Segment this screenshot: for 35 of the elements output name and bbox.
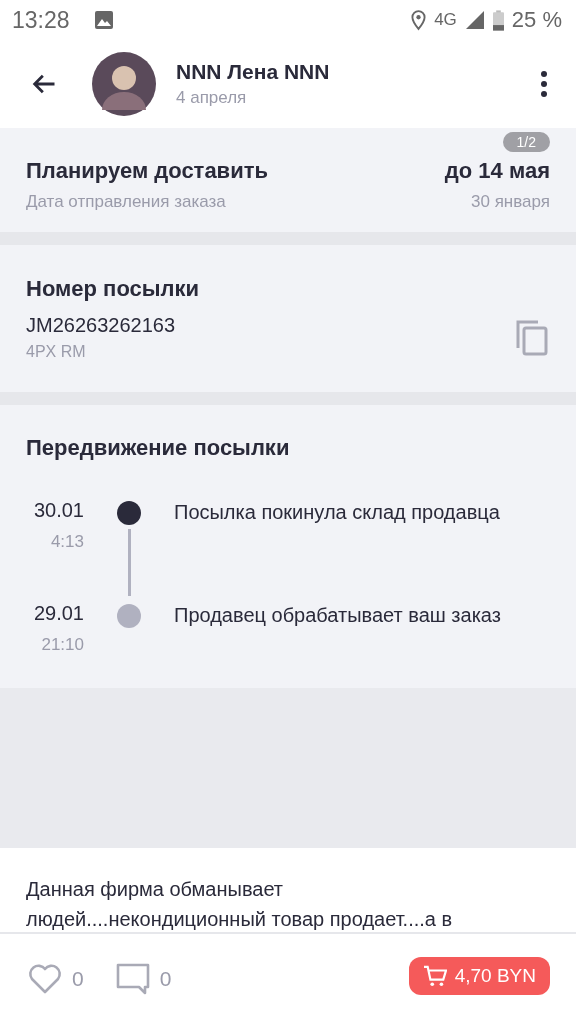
tracking-title: Передвижение посылки [26, 435, 291, 461]
avatar [92, 52, 156, 116]
battery-level: 25 % [511, 7, 562, 33]
event-date: 29.01 [33, 602, 84, 625]
user-name: NNN Лена NNN [176, 60, 331, 84]
comment-count: 0 [159, 967, 172, 991]
heart-icon[interactable] [28, 964, 62, 994]
signal-icon [464, 10, 485, 30]
location-icon [411, 9, 427, 31]
delivery-title: Планируем доставить [26, 158, 268, 184]
tracking-number: JM26263262163 [26, 314, 175, 337]
event-description: Посылка покинула склад продавца [174, 500, 500, 525]
image-icon [93, 10, 114, 30]
battery-icon [492, 9, 504, 31]
comment-text: Данная фирма обманывает людей....некондиционный товар продает....а в [26, 877, 454, 932]
cart-icon [422, 965, 447, 987]
shipping-service: 4PX RM [26, 343, 87, 361]
delivery-date: до 14 мая [444, 158, 550, 184]
network-type: 4G [434, 10, 457, 30]
like-count: 0 [72, 967, 84, 991]
sent-date: 30 января [471, 192, 550, 212]
delivery-subtitle: Дата отправления заказа [26, 192, 226, 212]
status-time: 13:28 [12, 6, 70, 34]
page-indicator: 1/2 [502, 132, 550, 152]
post-date: 4 апреля [176, 88, 248, 108]
copy-icon[interactable] [516, 319, 548, 356]
parcel-title: Номер посылки [26, 276, 201, 302]
event-time: 21:10 [41, 635, 84, 655]
event-date: 30.01 [33, 499, 84, 522]
more-icon [540, 70, 548, 98]
timeline-line [127, 529, 131, 596]
event-description: Продавец обрабатывает ваш заказ [174, 603, 501, 628]
price-button[interactable]: 4,70 BYN [408, 957, 550, 995]
event-time: 4:13 [50, 532, 84, 552]
comment-icon[interactable] [115, 963, 150, 995]
